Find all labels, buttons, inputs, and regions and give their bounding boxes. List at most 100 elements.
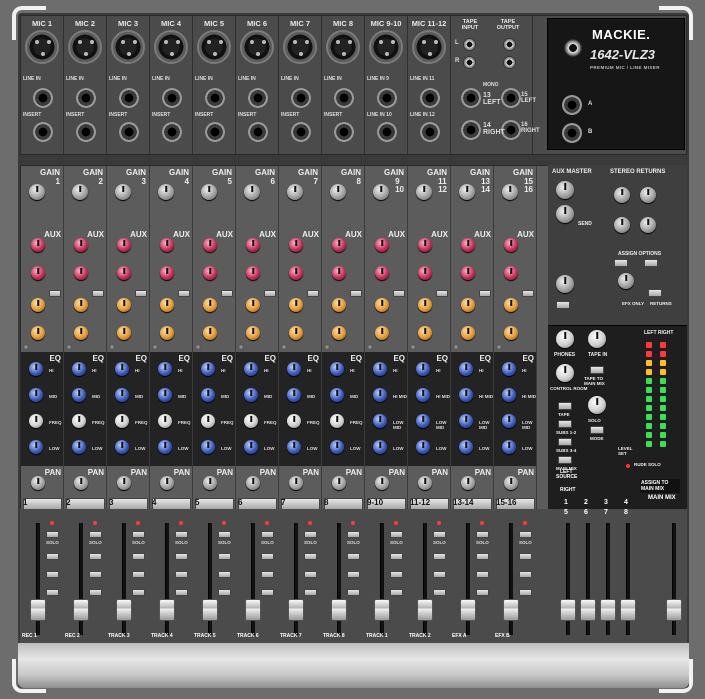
- eq-hi-knob[interactable]: [416, 362, 430, 376]
- pre-button[interactable]: [221, 290, 233, 297]
- aux-3-knob[interactable]: [31, 298, 45, 312]
- eq-hi-knob[interactable]: [158, 362, 172, 376]
- pan-knob[interactable]: [31, 476, 45, 490]
- channel-fader-cap[interactable]: [159, 599, 175, 621]
- line-13-jack[interactable]: [461, 88, 481, 108]
- insert-jack[interactable]: [162, 122, 182, 142]
- sub-34-button[interactable]: [46, 571, 59, 578]
- xlr-input-jack[interactable]: [68, 30, 102, 64]
- aux-2-knob[interactable]: [74, 266, 88, 280]
- aux-2-knob[interactable]: [418, 266, 432, 280]
- aux-1-knob[interactable]: [160, 238, 174, 252]
- eq-hi-knob[interactable]: [330, 362, 344, 376]
- pan-knob[interactable]: [504, 476, 518, 490]
- eq-mid-knob[interactable]: [72, 388, 86, 402]
- pre-button[interactable]: [135, 290, 147, 297]
- aux-1-knob[interactable]: [74, 238, 88, 252]
- gain-knob[interactable]: [158, 184, 174, 200]
- main-l-r-button[interactable]: [218, 589, 231, 596]
- main-l-r-button[interactable]: [175, 589, 188, 596]
- eq-hi-knob[interactable]: [201, 362, 215, 376]
- sub-34-button[interactable]: [304, 571, 317, 578]
- solo-button[interactable]: [89, 531, 102, 538]
- sub-fader-cap[interactable]: [620, 599, 636, 621]
- gain-knob[interactable]: [373, 184, 389, 200]
- line-in-jack[interactable]: [291, 88, 311, 108]
- channel-fader-cap[interactable]: [202, 599, 218, 621]
- pre-button[interactable]: [307, 290, 319, 297]
- tape-to-main-button[interactable]: [590, 366, 604, 374]
- pan-knob[interactable]: [203, 476, 217, 490]
- solo-button[interactable]: [347, 531, 360, 538]
- main-l-r-button[interactable]: [433, 589, 446, 596]
- aux-1-knob[interactable]: [246, 238, 260, 252]
- gain-knob[interactable]: [72, 184, 88, 200]
- return-4-knob[interactable]: [640, 217, 656, 233]
- solo-button[interactable]: [261, 531, 274, 538]
- insert-jack[interactable]: [248, 122, 268, 142]
- eq-hi-knob[interactable]: [29, 362, 43, 376]
- line-in-jack[interactable]: [377, 88, 397, 108]
- eq-low-knob[interactable]: [115, 440, 129, 454]
- source-tape-button[interactable]: [558, 402, 572, 410]
- pre-button[interactable]: [479, 290, 491, 297]
- xlr-input-jack[interactable]: [197, 30, 231, 64]
- aux-4-knob[interactable]: [74, 326, 88, 340]
- xlr-input-jack[interactable]: [283, 30, 317, 64]
- eq-low-knob[interactable]: [201, 440, 215, 454]
- channel-fader-cap[interactable]: [288, 599, 304, 621]
- eq-low-knob[interactable]: [459, 440, 473, 454]
- source-subs12-button[interactable]: [558, 420, 572, 428]
- insert-jack[interactable]: [76, 122, 96, 142]
- sub-fader-cap[interactable]: [580, 599, 596, 621]
- sub-34-button[interactable]: [175, 571, 188, 578]
- insert-jack[interactable]: [420, 122, 440, 142]
- eq-hi-knob[interactable]: [72, 362, 86, 376]
- insert-jack[interactable]: [119, 122, 139, 142]
- sub-34-button[interactable]: [519, 571, 532, 578]
- eq-mid-knob[interactable]: [201, 388, 215, 402]
- channel-fader-cap[interactable]: [417, 599, 433, 621]
- eq-low-knob[interactable]: [373, 440, 387, 454]
- pre-button[interactable]: [264, 290, 276, 297]
- pre-button[interactable]: [522, 290, 534, 297]
- insert-jack[interactable]: [291, 122, 311, 142]
- eq-lowmid-knob[interactable]: [502, 414, 516, 428]
- eq-mid-knob[interactable]: [115, 388, 129, 402]
- eq-freq-knob[interactable]: [330, 414, 344, 428]
- xlr-input-jack[interactable]: [25, 30, 59, 64]
- eq-freq-knob[interactable]: [287, 414, 301, 428]
- solo-button[interactable]: [390, 531, 403, 538]
- sub-12-button[interactable]: [433, 553, 446, 560]
- channel-fader-cap[interactable]: [73, 599, 89, 621]
- pan-knob[interactable]: [418, 476, 432, 490]
- solo-button[interactable]: [433, 531, 446, 538]
- aux-return-knob[interactable]: [556, 275, 574, 293]
- eq-low-knob[interactable]: [502, 440, 516, 454]
- assign-option-button-1[interactable]: [614, 259, 628, 267]
- eq-low-knob[interactable]: [244, 440, 258, 454]
- sub-34-button[interactable]: [261, 571, 274, 578]
- aux-2-knob[interactable]: [31, 266, 45, 280]
- gain-knob[interactable]: [502, 184, 518, 200]
- solo-button[interactable]: [218, 531, 231, 538]
- main-l-r-button[interactable]: [46, 589, 59, 596]
- pan-knob[interactable]: [246, 476, 260, 490]
- solo-button[interactable]: [519, 531, 532, 538]
- sub-34-button[interactable]: [433, 571, 446, 578]
- aux-3-knob[interactable]: [117, 298, 131, 312]
- sub-12-button[interactable]: [476, 553, 489, 560]
- sub-12-button[interactable]: [46, 553, 59, 560]
- main-l-r-button[interactable]: [519, 589, 532, 596]
- eq-mid-knob[interactable]: [373, 388, 387, 402]
- pan-knob[interactable]: [375, 476, 389, 490]
- pan-knob[interactable]: [74, 476, 88, 490]
- xlr-input-jack[interactable]: [154, 30, 188, 64]
- eq-hi-knob[interactable]: [459, 362, 473, 376]
- eq-freq-knob[interactable]: [244, 414, 258, 428]
- aux-solo-button[interactable]: [556, 301, 570, 309]
- aux-send-b-jack[interactable]: [562, 123, 582, 143]
- aux-4-knob[interactable]: [504, 326, 518, 340]
- eq-lowmid-knob[interactable]: [373, 414, 387, 428]
- aux-3-knob[interactable]: [203, 298, 217, 312]
